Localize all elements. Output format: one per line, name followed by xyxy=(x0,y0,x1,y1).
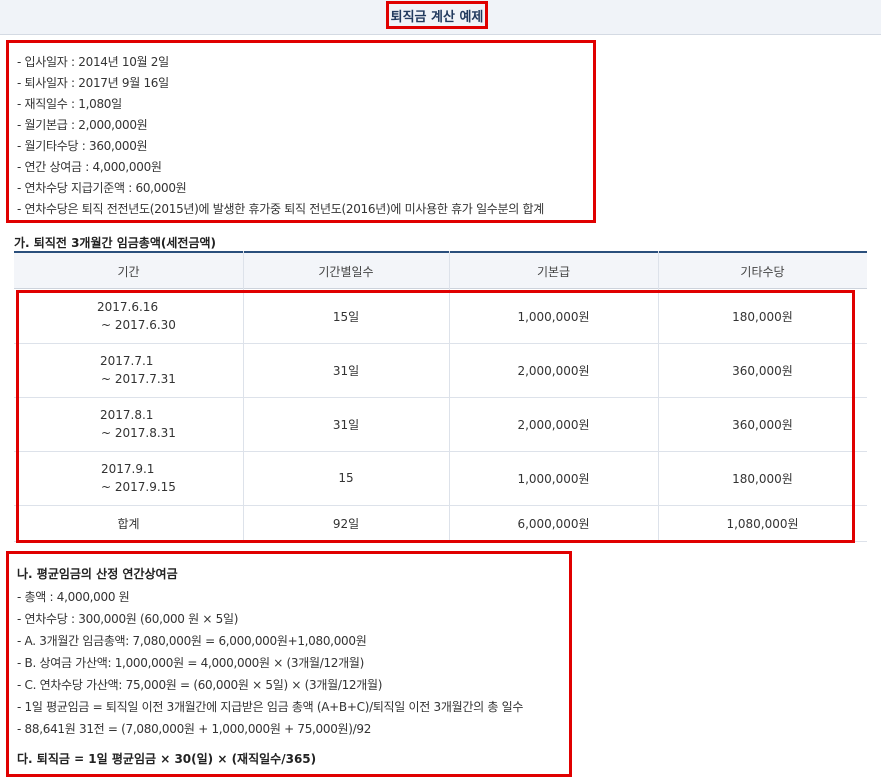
info-tenure-days: - 재직일수 : 1,080일 xyxy=(17,97,122,111)
header-period: 기간 xyxy=(117,264,140,279)
header-days: 기간별일수 xyxy=(318,264,374,279)
section-ga-title: 가. 퇴직전 3개월간 임금총액(세전금액) xyxy=(14,236,217,250)
calc-c: - C. 연차수당 가산액: 75,000원 = (60,000원 × 5일) … xyxy=(17,678,383,692)
info-leave-date: - 퇴사일자 : 2017년 9월 16일 xyxy=(17,76,169,90)
wage-table: 기간 기간별일수 기본급 기타수당 2017.6.16 ~ 2017.6.30 … xyxy=(14,251,867,542)
calc-daily-average-result: - 88,641원 31전 = (7,080,000원 + 1,000,000원… xyxy=(17,722,372,736)
row-period-start: 2017.6.16 xyxy=(97,300,159,314)
table-header: 기간 기간별일수 기본급 기타수당 xyxy=(14,251,867,289)
calc-a: - A. 3개월간 임금총액: 7,080,000원 = 6,000,000원+… xyxy=(17,634,367,648)
row-base-pay: 1,000,000원 xyxy=(517,471,590,486)
page-title: 퇴직금 계산 예제 xyxy=(386,1,488,29)
calc-leave-allowance: - 연차수당 : 300,000원 (60,000 원 × 5일) xyxy=(17,612,239,626)
row-period-start: 2017.8.1 xyxy=(100,408,154,422)
row-base-pay: 1,000,000원 xyxy=(517,309,590,324)
row-base-pay: 2,000,000원 xyxy=(517,417,590,432)
total-days: 92일 xyxy=(332,516,360,531)
info-monthly-other: - 월기타수당 : 360,000원 xyxy=(17,139,148,153)
calc-b: - B. 상여금 가산액: 1,000,000원 = 4,000,000원 × … xyxy=(17,656,364,670)
header-base-pay: 기본급 xyxy=(536,264,571,279)
header-other-allowance: 기타수당 xyxy=(740,264,785,279)
row-period-end: ~ 2017.7.31 xyxy=(101,372,176,386)
total-label: 합계 xyxy=(117,516,140,531)
section-na-title: 나. 평균임금의 산정 연간상여금 xyxy=(17,567,178,581)
info-monthly-base: - 월기본급 : 2,000,000원 xyxy=(17,118,148,132)
total-base-pay: 6,000,000원 xyxy=(517,516,590,531)
employment-info-box: - 입사일자 : 2014년 10월 2일 - 퇴사일자 : 2017년 9월 … xyxy=(6,40,596,223)
info-hire-date: - 입사일자 : 2014년 10월 2일 xyxy=(17,55,169,69)
calc-daily-average-formula: - 1일 평균임금 = 퇴직일 이전 3개월간에 지급받은 임금 총액 (A+B… xyxy=(17,700,524,714)
row-period-start: 2017.9.1 xyxy=(101,462,155,476)
calc-total: - 총액 : 4,000,000 원 xyxy=(17,590,130,604)
row-days: 31일 xyxy=(332,363,360,378)
row-period-end: ~ 2017.6.30 xyxy=(101,318,176,332)
row-other-allowance: 360,000원 xyxy=(732,363,793,378)
section-da-title: 다. 퇴직금 = 1일 평균임금 × 30(일) × (재직일수/365) xyxy=(17,752,317,766)
title-bar: 퇴직금 계산 예제 xyxy=(0,0,881,35)
total-other-allowance: 1,080,000원 xyxy=(726,516,799,531)
row-period-end: ~ 2017.8.31 xyxy=(101,426,176,440)
info-annual-bonus: - 연간 상여금 : 4,000,000원 xyxy=(17,160,162,174)
row-period-end: ~ 2017.9.15 xyxy=(101,480,176,494)
row-other-allowance: 360,000원 xyxy=(732,417,793,432)
row-other-allowance: 180,000원 xyxy=(732,471,793,486)
row-days: 31일 xyxy=(332,417,360,432)
info-leave-allowance-base: - 연차수당 지급기준액 : 60,000원 xyxy=(17,181,187,195)
row-other-allowance: 180,000원 xyxy=(732,309,793,324)
row-days: 15일 xyxy=(332,309,360,324)
row-days: 15 xyxy=(338,471,354,485)
row-period-start: 2017.7.1 xyxy=(100,354,154,368)
row-base-pay: 2,000,000원 xyxy=(517,363,590,378)
info-leave-allowance-note: - 연차수당은 퇴직 전전년도(2015년)에 발생한 휴가중 퇴직 전년도(2… xyxy=(17,202,545,216)
average-wage-box: 나. 평균임금의 산정 연간상여금 - 총액 : 4,000,000 원 - 연… xyxy=(6,551,572,777)
